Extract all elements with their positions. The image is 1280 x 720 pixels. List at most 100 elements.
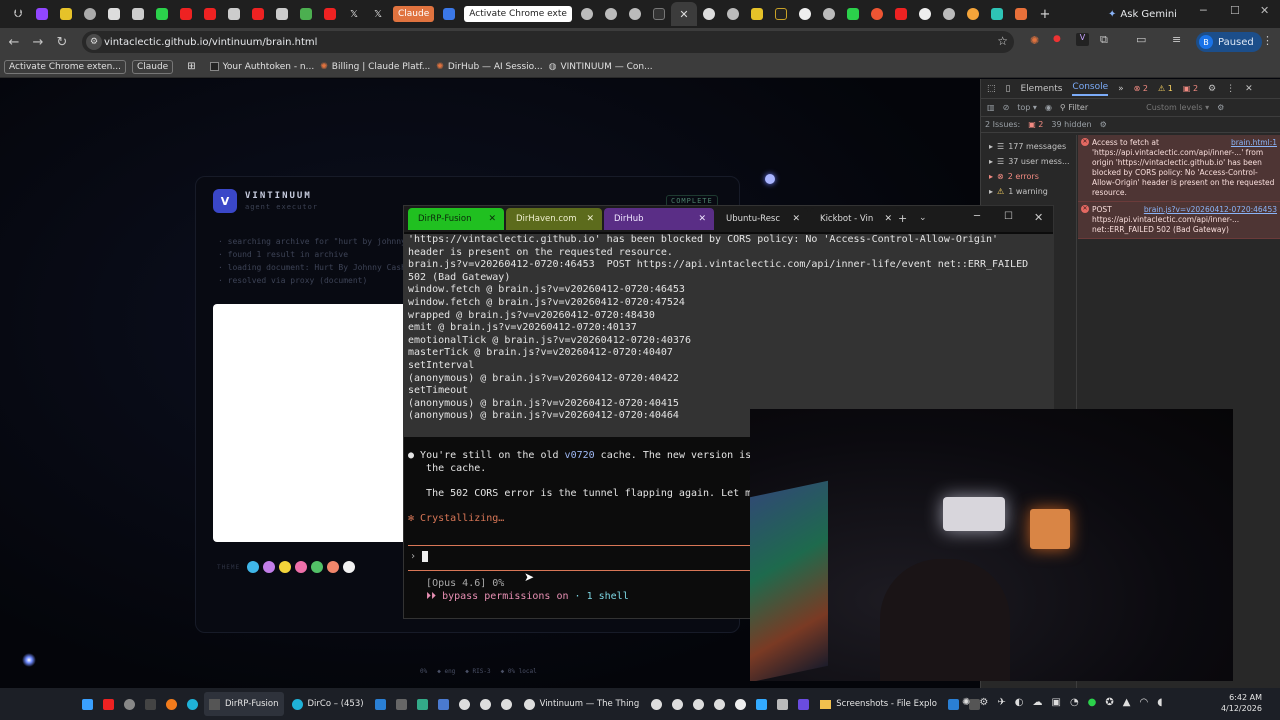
chrome-icon[interactable] xyxy=(668,695,686,713)
tab-globe[interactable] xyxy=(270,2,294,26)
tab-globe[interactable] xyxy=(222,2,246,26)
terminal-icon[interactable] xyxy=(141,695,159,713)
chrome-icon[interactable] xyxy=(710,695,728,713)
tray-icon[interactable]: ☁ xyxy=(1032,697,1042,708)
site-info-icon[interactable]: ⚙ xyxy=(86,34,102,50)
vscode-icon[interactable] xyxy=(372,695,390,713)
tab-youtube[interactable] xyxy=(198,2,222,26)
tab-youtube[interactable] xyxy=(174,2,198,26)
volume-icon[interactable]: ◖ xyxy=(1157,697,1162,708)
live-expression-eye-icon[interactable]: ◉ xyxy=(1045,103,1052,112)
filter-input[interactable]: ⚲ Filter xyxy=(1060,103,1088,112)
warning-count-badge[interactable]: ⚠ 1 xyxy=(1158,84,1173,93)
acrobat-icon[interactable] xyxy=(99,695,117,713)
tab-youtube[interactable] xyxy=(889,2,913,26)
issues-error-badge[interactable]: ▣ 2 xyxy=(1028,120,1043,129)
extension-icon[interactable]: ● xyxy=(1053,34,1061,44)
bookmark-billing[interactable]: ✺ Billing | Claude Platf... xyxy=(320,62,430,72)
tab-globe[interactable] xyxy=(817,2,841,26)
tab-activate-chrome[interactable]: Activate Chrome exte xyxy=(464,6,572,22)
tab-github[interactable] xyxy=(793,2,817,26)
tray-icon[interactable]: ✪ xyxy=(1105,697,1113,708)
minimize-icon[interactable]: ─ xyxy=(1200,4,1207,17)
tab-x[interactable]: 𝕏 xyxy=(366,2,390,26)
more-tabs-icon[interactable]: » xyxy=(1118,84,1124,94)
inspect-icon[interactable]: ⬚ xyxy=(987,84,996,94)
theme-swatch[interactable] xyxy=(343,561,356,573)
app-icon[interactable] xyxy=(794,695,812,713)
bookmark-activate-chrome[interactable]: Activate Chrome exten... xyxy=(4,59,126,74)
extensions-puzzle-icon[interactable]: ⧉ xyxy=(1100,33,1108,47)
taskbar-app-dirrp[interactable]: DirRP-Fusion xyxy=(204,692,284,716)
terminal-minimize-icon[interactable]: ─ xyxy=(974,211,980,222)
tab-globe[interactable] xyxy=(126,2,150,26)
bookmark-vintinuum[interactable]: ◍ VINTINUUM — Con... xyxy=(549,62,653,72)
taskbar-clock[interactable]: 6:42 AM 4/12/2026 xyxy=(1221,692,1262,714)
tab-elements[interactable]: Elements xyxy=(1020,84,1062,94)
source-link[interactable]: brain.js?v=v20260412-0720:46453 xyxy=(1144,205,1277,215)
tab-globe[interactable] xyxy=(78,2,102,26)
active-tab-close-icon[interactable]: ✕ xyxy=(670,2,697,26)
theme-swatch[interactable] xyxy=(279,561,292,573)
theme-swatch[interactable] xyxy=(295,561,308,573)
tray-icon[interactable]: ● xyxy=(1088,697,1097,708)
gear-icon[interactable]: ⚙ xyxy=(1100,120,1107,129)
theme-swatch[interactable] xyxy=(327,561,340,573)
new-tab-button[interactable]: + xyxy=(1033,2,1057,26)
app-icon[interactable] xyxy=(435,695,453,713)
tab-cloud[interactable] xyxy=(961,2,985,26)
console-error-message[interactable]: ✕ brain.html:1 Access to fetch at 'https:/… xyxy=(1078,135,1280,202)
context-select[interactable]: top ▾ xyxy=(1017,103,1037,112)
tab-dark[interactable] xyxy=(769,2,793,26)
console-filter-error[interactable]: ▸ ⊗ 2 errors xyxy=(981,169,1076,184)
log-levels-select[interactable]: Custom levels ▾ xyxy=(1146,103,1209,112)
close-tab-icon[interactable]: ✕ xyxy=(586,214,594,224)
start-icon[interactable] xyxy=(78,695,96,713)
chrome-icon[interactable] xyxy=(498,695,516,713)
tab-twitch[interactable] xyxy=(30,2,54,26)
extension-icon[interactable]: ✺ xyxy=(1030,34,1039,47)
tab-pinwheel[interactable] xyxy=(865,2,889,26)
tab-drive[interactable] xyxy=(294,2,318,26)
app-icon[interactable] xyxy=(752,695,770,713)
tab-dirhub[interactable] xyxy=(745,2,769,26)
back-icon[interactable]: ← xyxy=(2,35,26,50)
close-tab-icon[interactable]: ✕ xyxy=(488,214,496,224)
taskbar-app-vintinuum[interactable]: Vintinuum — The Thing xyxy=(519,692,645,716)
tab-shield[interactable] xyxy=(985,2,1009,26)
bookmark-authtoken[interactable]: Your Authtoken - n... xyxy=(209,62,314,72)
maximize-icon[interactable]: ☐ xyxy=(1230,4,1240,17)
chrome-icon[interactable] xyxy=(477,695,495,713)
tab-globe[interactable] xyxy=(721,2,745,26)
bookmark-star-icon[interactable]: ☆ xyxy=(997,34,1008,48)
tab-globe[interactable] xyxy=(937,2,961,26)
tab-kickbot[interactable] xyxy=(150,2,174,26)
tab-chrome[interactable] xyxy=(697,2,721,26)
close-window-icon[interactable]: ✕ xyxy=(1260,4,1269,17)
tab-console[interactable]: Console xyxy=(1072,82,1109,96)
app-icon[interactable] xyxy=(731,695,749,713)
tab-terminal[interactable] xyxy=(647,2,671,26)
tray-icon[interactable]: ◐ xyxy=(1015,697,1024,708)
tab-youtube[interactable] xyxy=(318,2,342,26)
vscode-icon[interactable] xyxy=(945,695,963,713)
wifi-icon[interactable]: ◠ xyxy=(1140,697,1149,708)
reading-list-icon[interactable]: ≡ xyxy=(1172,33,1181,46)
error-count-badge[interactable]: ⊗ 2 xyxy=(1134,84,1148,93)
app-icon[interactable] xyxy=(773,695,791,713)
terminal-maximize-icon[interactable]: ☐ xyxy=(1004,211,1013,222)
console-error-message[interactable]: ✕ brain.js?v=v20260412-0720:46453 POST htt… xyxy=(1078,202,1280,239)
tab-globe[interactable] xyxy=(575,2,599,26)
tab-github[interactable] xyxy=(913,2,937,26)
close-tab-icon[interactable]: ✕ xyxy=(884,214,892,224)
tray-icon[interactable]: ✈ xyxy=(997,697,1005,708)
theme-swatch[interactable] xyxy=(311,561,324,573)
settings-icon[interactable] xyxy=(120,695,138,713)
tab-list-icon[interactable]: ⮋ xyxy=(6,2,30,26)
tray-icon[interactable]: ✺ xyxy=(962,697,970,708)
bypass-permissions[interactable]: ⏵⏵ bypass permissions on xyxy=(408,591,568,602)
chrome-icon[interactable] xyxy=(689,695,707,713)
tab-x[interactable]: 𝕏 xyxy=(342,2,366,26)
apps-grid-icon[interactable]: ⊞ xyxy=(187,61,195,72)
close-tab-icon[interactable]: ✕ xyxy=(698,214,706,224)
